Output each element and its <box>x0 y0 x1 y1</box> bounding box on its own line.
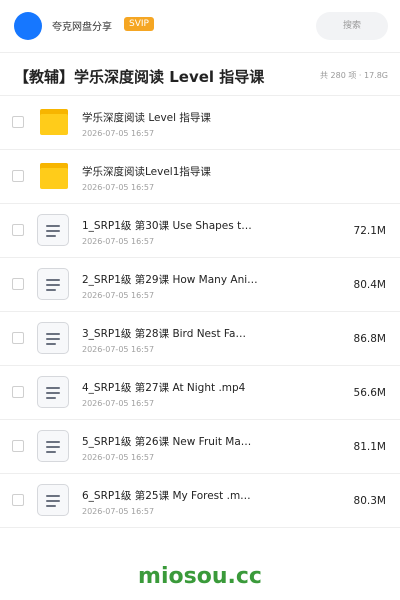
select-checkbox[interactable] <box>12 440 24 452</box>
item-size: 80.4M <box>353 279 386 291</box>
folder-title-row: 【教辅】学乐深度阅读 Level 指导课 共 280 项 · 17.8G <box>0 60 400 94</box>
item-date: 2026-07-05 16:57 <box>82 291 155 300</box>
item-name[interactable]: 学乐深度阅读Level1指导课 <box>82 164 282 179</box>
select-checkbox[interactable] <box>12 278 24 290</box>
select-checkbox[interactable] <box>12 170 24 182</box>
item-name[interactable]: 5_SRP1级 第26课 New Fruit Ma… <box>82 434 282 449</box>
file-row[interactable]: 4_SRP1级 第27课 At Night .mp4 2026-07-05 16:… <box>0 366 400 420</box>
header-divider <box>0 52 400 53</box>
video-file-icon <box>37 376 71 410</box>
item-date: 2026-07-05 16:57 <box>82 237 155 246</box>
item-name[interactable]: 3_SRP1级 第28课 Bird Nest Fa… <box>82 326 282 341</box>
select-checkbox[interactable] <box>12 386 24 398</box>
item-date: 2026-07-05 16:57 <box>82 399 155 408</box>
select-checkbox[interactable] <box>12 116 24 128</box>
item-name[interactable]: 6_SRP1级 第25课 My Forest .m… <box>82 488 282 503</box>
folder-icon <box>37 160 71 194</box>
item-date: 2026-07-05 16:57 <box>82 129 155 138</box>
item-date: 2026-07-05 16:57 <box>82 345 155 354</box>
item-size: 80.3M <box>353 495 386 507</box>
item-size: 81.1M <box>353 441 386 453</box>
file-row[interactable]: 2_SRP1级 第29课 How Many Ani… 2026-07-05 16:… <box>0 258 400 312</box>
top-bar: 夸克网盘分享 SVIP 搜索 <box>0 0 400 52</box>
folder-summary: 共 280 项 · 17.8G <box>320 71 388 80</box>
svip-badge[interactable]: SVIP <box>124 17 154 31</box>
video-file-icon <box>37 268 71 302</box>
item-size: 56.6M <box>353 387 386 399</box>
avatar[interactable] <box>14 12 42 40</box>
file-row[interactable]: 6_SRP1级 第25课 My Forest .m… 2026-07-05 16:… <box>0 474 400 528</box>
file-row[interactable]: 3_SRP1级 第28课 Bird Nest Fa… 2026-07-05 16:… <box>0 312 400 366</box>
item-name[interactable]: 4_SRP1级 第27课 At Night .mp4 <box>82 380 282 395</box>
select-checkbox[interactable] <box>12 224 24 236</box>
page-title: 【教辅】学乐深度阅读 Level 指导课 <box>14 68 265 86</box>
item-date: 2026-07-05 16:57 <box>82 507 155 516</box>
item-size: 72.1M <box>353 225 386 237</box>
watermark: miosou.cc <box>138 564 262 589</box>
item-name[interactable]: 学乐深度阅读 Level 指导课 <box>82 110 282 125</box>
video-file-icon <box>37 322 71 356</box>
item-date: 2026-07-05 16:57 <box>82 453 155 462</box>
video-file-icon <box>37 484 71 518</box>
video-file-icon <box>37 214 71 248</box>
folder-row[interactable]: 学乐深度阅读 Level 指导课 2026-07-05 16:57 <box>0 96 400 150</box>
file-list: 学乐深度阅读 Level 指导课 2026-07-05 16:57 学乐深度阅读Le… <box>0 96 400 528</box>
file-row[interactable]: 1_SRP1级 第30课 Use Shapes t… 2026-07-05 16:… <box>0 204 400 258</box>
select-checkbox[interactable] <box>12 332 24 344</box>
folder-icon <box>37 106 71 140</box>
item-name[interactable]: 2_SRP1级 第29课 How Many Ani… <box>82 272 282 287</box>
folder-row[interactable]: 学乐深度阅读Level1指导课 2026-07-05 16:57 <box>0 150 400 204</box>
item-name[interactable]: 1_SRP1级 第30课 Use Shapes t… <box>82 218 282 233</box>
item-date: 2026-07-05 16:57 <box>82 183 155 192</box>
select-checkbox[interactable] <box>12 494 24 506</box>
video-file-icon <box>37 430 71 464</box>
search-button[interactable]: 搜索 <box>316 12 388 40</box>
file-row[interactable]: 5_SRP1级 第26课 New Fruit Ma… 2026-07-05 16:… <box>0 420 400 474</box>
item-size: 86.8M <box>353 333 386 345</box>
app-name: 夸克网盘分享 <box>52 22 112 33</box>
